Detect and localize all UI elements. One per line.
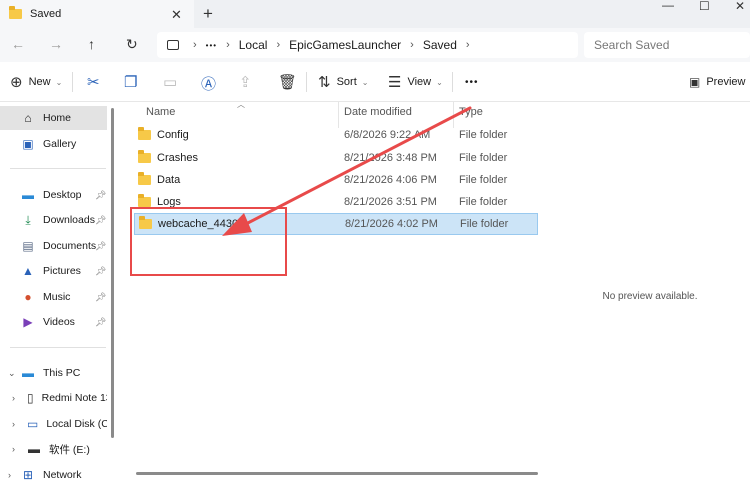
annotation-arrow xyxy=(222,106,472,236)
